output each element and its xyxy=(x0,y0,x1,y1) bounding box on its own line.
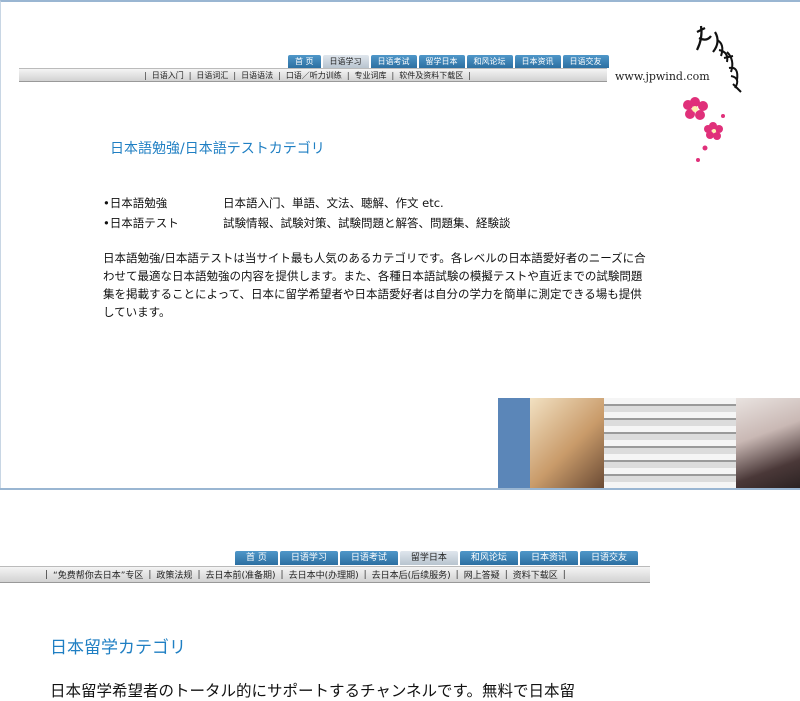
list-item-text: 試験情報、試験対策、試験問題と解答、問題集、経験談 xyxy=(223,216,511,230)
divider: | xyxy=(346,70,350,80)
divider: | xyxy=(278,70,281,80)
sub-link-vocab[interactable]: 日语词汇 xyxy=(196,70,228,81)
sub-link-downloads[interactable]: 资料下载区 xyxy=(513,568,558,581)
divider: | xyxy=(197,569,201,580)
sub-link-free-japan[interactable]: “免费帮你去日本”专区 xyxy=(53,568,143,581)
divider: | xyxy=(391,70,395,80)
intro-paragraph: 日本留学希望者のトータル的にサポートするチャンネルです。無料で日本留 xyxy=(50,682,575,700)
divider: | xyxy=(188,70,192,80)
divider: | xyxy=(148,569,152,580)
nav-tab-news[interactable]: 日本资讯 xyxy=(519,551,578,565)
nav-tab-study-abroad[interactable]: 留学日本 xyxy=(418,55,465,68)
page-title: 日本語勉強/日本語テストカテゴリ xyxy=(110,141,325,157)
list-item-label: •日本語テスト xyxy=(103,216,179,230)
section-title: 日本留学カテゴリ xyxy=(50,638,186,658)
panel-japanese-study: 首 页 日语学习 日语考试 留学日本 和风论坛 日本资讯 日语交友 | 日语入门… xyxy=(0,0,800,488)
nav-tab-japanese-exam[interactable]: 日语考试 xyxy=(370,55,417,68)
list-item-text: 日本語入门、単語、文法、聴解、作文 etc. xyxy=(223,196,444,210)
list-item-label: •日本語勉強 xyxy=(103,196,168,210)
study-photo xyxy=(530,398,604,488)
nav-tab-friends[interactable]: 日语交友 xyxy=(562,55,609,68)
sub-link-grammar[interactable]: 日语语法 xyxy=(241,70,273,81)
portrait-photo xyxy=(736,398,800,488)
sub-link-downloads[interactable]: 软件及资料下载区 xyxy=(399,70,463,81)
books-photo xyxy=(604,398,736,488)
sub-nav: | “免费帮你去日本”专区 | 政策法规 | 去日本前(准备期) | 去日本中(… xyxy=(0,566,650,583)
sub-link-qa[interactable]: 网上答疑 xyxy=(464,568,500,581)
divider: | xyxy=(562,569,566,580)
divider: | xyxy=(468,70,471,80)
divider: | xyxy=(504,569,508,580)
nav-tab-japanese-study[interactable]: 日语学习 xyxy=(322,55,369,68)
list-item: •日本語勉強 日本語入门、単語、文法、聴解、作文 etc. xyxy=(103,193,511,213)
sub-link-policy[interactable]: 政策法规 xyxy=(156,568,192,581)
sub-link-before[interactable]: 去日本前(准备期) xyxy=(205,568,275,581)
divider: | xyxy=(45,569,49,580)
nav-tab-japanese-study[interactable]: 日语学习 xyxy=(279,551,338,565)
panel-study-abroad: 首 页 日语学习 日语考试 留学日本 和风论坛 日本资讯 日语交友 | “免费帮… xyxy=(0,488,800,701)
sub-nav: | 日语入门 | 日语词汇 | 日语语法 | 口语／听力训练 | 专业词库 | … xyxy=(19,68,607,82)
divider: | xyxy=(455,569,459,580)
sub-link-during[interactable]: 去日本中(办理期) xyxy=(289,568,359,581)
nav-tab-home[interactable]: 首 页 xyxy=(288,55,321,68)
site-url[interactable]: www.jpwind.com xyxy=(615,70,710,83)
nav-tab-forum[interactable]: 和风论坛 xyxy=(459,551,518,565)
list-item: •日本語テスト 試験情報、試験対策、試験問題と解答、問題集、経験談 xyxy=(103,213,511,233)
nav-tab-study-abroad[interactable]: 留学日本 xyxy=(399,551,458,565)
calligraphy-logo-icon xyxy=(696,25,742,93)
sub-link-listening[interactable]: 口语／听力训练 xyxy=(286,70,342,81)
photo-strip xyxy=(498,398,800,488)
category-list: •日本語勉強 日本語入门、単語、文法、聴解、作文 etc. •日本語テスト 試験… xyxy=(103,193,511,233)
accent-block xyxy=(498,398,530,488)
divider: | xyxy=(363,569,367,580)
nav-tab-home[interactable]: 首 页 xyxy=(235,551,278,565)
divider: | xyxy=(280,569,284,580)
nav-tab-forum[interactable]: 和风论坛 xyxy=(466,55,513,68)
sub-link-intro[interactable]: 日语入门 xyxy=(152,70,184,81)
sub-link-glossary[interactable]: 专业词库 xyxy=(355,70,387,81)
nav-tab-news[interactable]: 日本资讯 xyxy=(514,55,561,68)
divider: | xyxy=(233,70,237,80)
sub-link-after[interactable]: 去日本后(后续服务) xyxy=(372,568,451,581)
cherry-blossom-icon xyxy=(683,97,725,162)
divider: | xyxy=(144,70,147,80)
nav-tab-japanese-exam[interactable]: 日语考试 xyxy=(339,551,398,565)
nav-tab-friends[interactable]: 日语交友 xyxy=(579,551,638,565)
main-nav: 首 页 日语学习 日语考试 留学日本 和风论坛 日本资讯 日语交友 xyxy=(288,55,609,68)
main-nav: 首 页 日语学习 日语考试 留学日本 和风论坛 日本资讯 日语交友 xyxy=(235,551,638,565)
description-paragraph: 日本語勉強/日本語テストは当サイト最も人気のあるカテゴリです。各レベルの日本語愛… xyxy=(103,251,646,319)
